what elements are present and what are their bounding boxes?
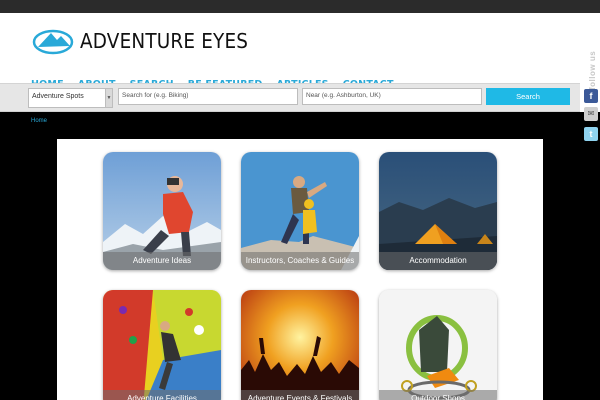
tile-label: Adventure Facilities [103, 390, 221, 400]
tile-label: Instructors, Coaches & Guides [241, 252, 359, 270]
chevron-down-icon[interactable]: ▼ [105, 89, 112, 107]
tile-label: Adventure Events & Festivals [241, 390, 359, 400]
tile-instructors-coaches-guides[interactable]: Instructors, Coaches & Guides [241, 152, 359, 270]
tile-label: Accommodation [379, 252, 497, 270]
follow-us-label: follow us [588, 50, 597, 90]
tile-accommodation[interactable]: Accommodation [379, 152, 497, 270]
breadcrumb-home[interactable]: Home [31, 118, 47, 124]
tile-adventure-ideas[interactable]: Adventure Ideas [103, 152, 221, 270]
email-icon[interactable]: ✉ [584, 107, 598, 121]
tile-outdoor-shops[interactable]: Outdoor Shops [379, 290, 497, 400]
category-grid: Adventure Ideas Instructors, Coaches & G… [57, 139, 543, 400]
climbing-wall-photo [103, 290, 221, 400]
logo-mountain-eye-icon [32, 29, 74, 55]
climbing-gear-photo [379, 290, 497, 400]
tile-adventure-facilities[interactable]: Adventure Facilities [103, 290, 221, 400]
site-header: ADVENTURE EYES HOME ABOUT SEARCH BE FEAT… [0, 13, 600, 90]
concert-crowd-photo [241, 290, 359, 400]
search-bar: Adventure Spots ▼ Search for (e.g. Bikin… [0, 83, 580, 112]
top-bar [0, 0, 600, 13]
search-location-input[interactable]: Near (e.g. Ashburton, UK) [302, 88, 482, 105]
category-select[interactable]: Adventure Spots ▼ [28, 88, 113, 108]
search-what-input[interactable]: Search for (e.g. Biking) [118, 88, 298, 105]
twitter-icon[interactable]: t [584, 127, 598, 141]
facebook-icon[interactable]: f [584, 89, 598, 103]
tile-label: Outdoor Shops [379, 390, 497, 400]
site-logo[interactable]: ADVENTURE EYES [32, 27, 263, 55]
site-title: ADVENTURE EYES [80, 29, 249, 53]
tile-label: Adventure Ideas [103, 252, 221, 270]
search-button[interactable]: Search [486, 88, 570, 105]
category-select-value: Adventure Spots [32, 93, 84, 100]
tile-adventure-events-festivals[interactable]: Adventure Events & Festivals [241, 290, 359, 400]
